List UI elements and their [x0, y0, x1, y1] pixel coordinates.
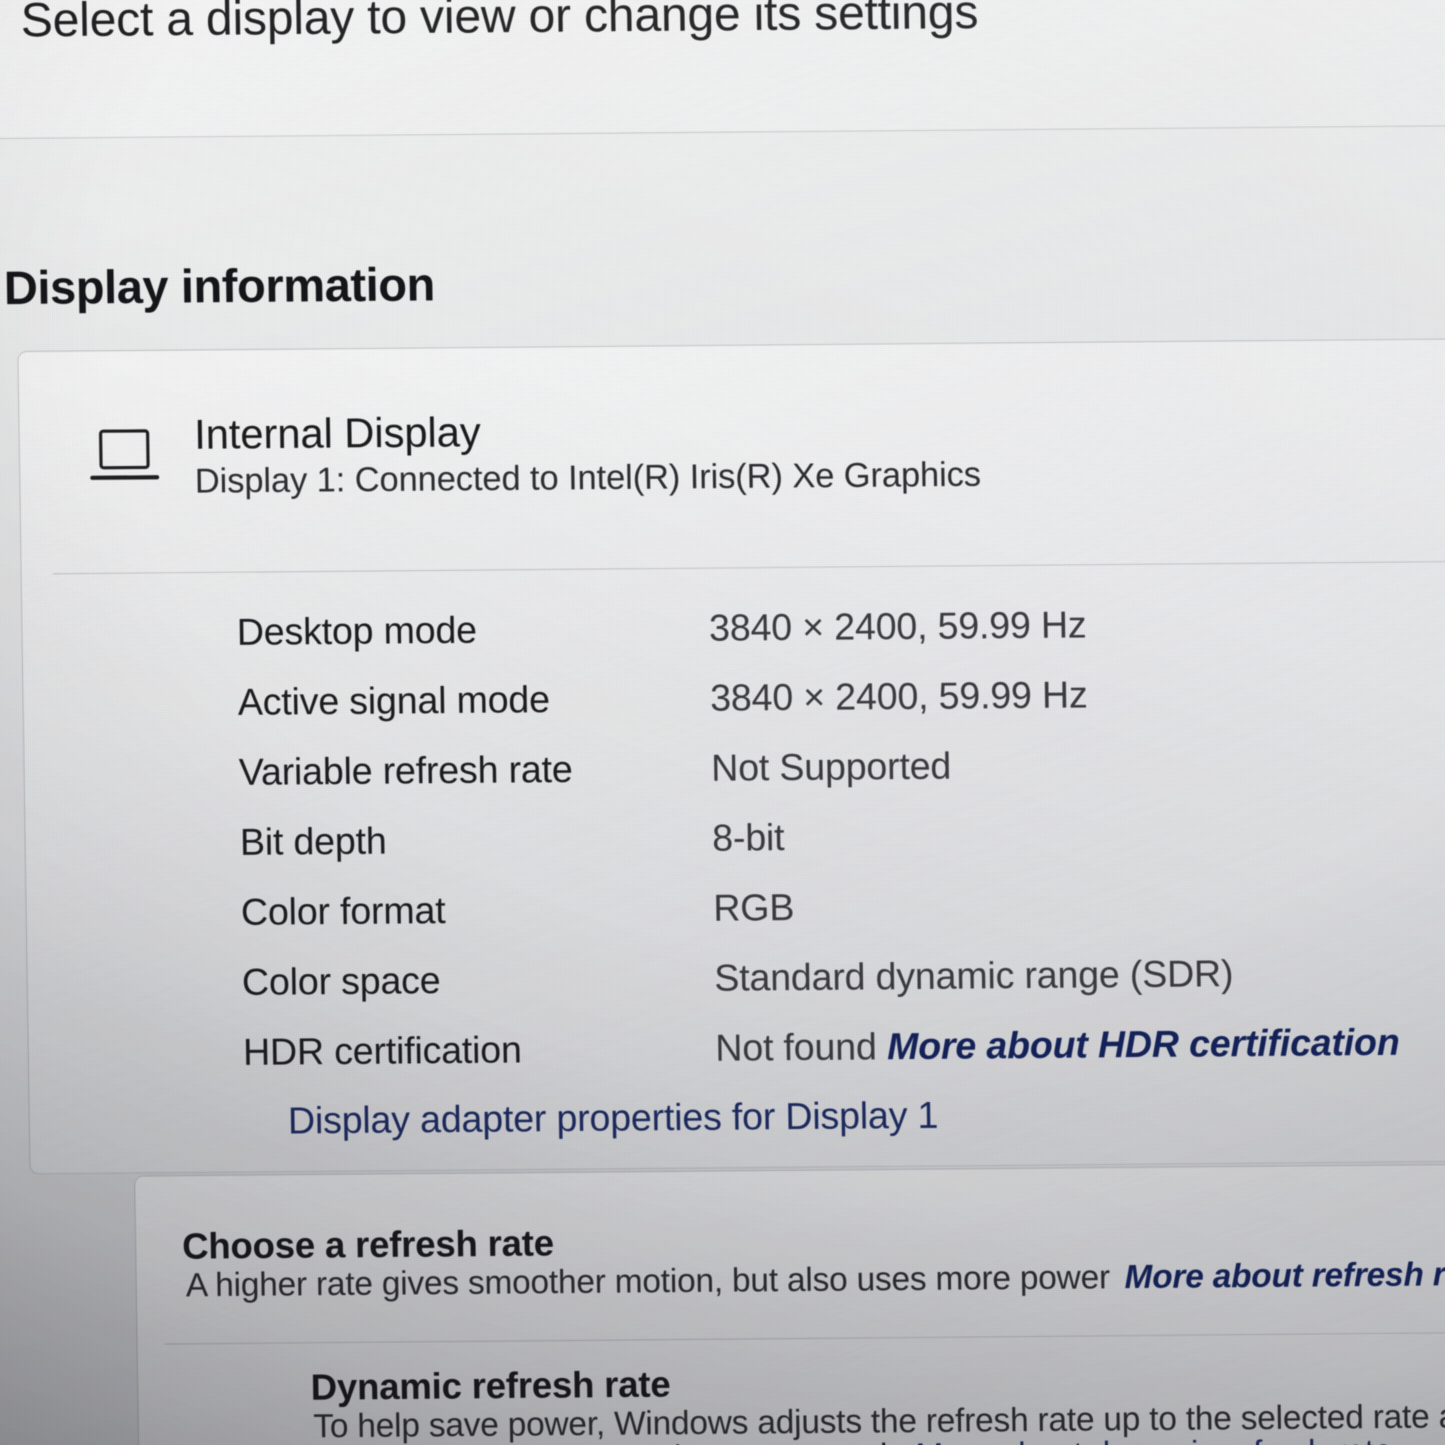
table-row: Color space Standard dynamic range (SDR)	[242, 950, 1445, 1031]
spec-label: Color format	[240, 888, 446, 934]
spec-label: HDR certification	[242, 1027, 522, 1074]
table-row: Color format RGB	[241, 880, 1445, 961]
display-spec-table: Desktop mode 3840 × 2400, 59.99 Hz Activ…	[236, 600, 1445, 1101]
table-row: Variable refresh rate Not Supported	[239, 740, 1445, 821]
internal-display-row[interactable]: Internal Display Display 1: Connected to…	[89, 405, 981, 502]
table-row: Active signal mode 3840 × 2400, 59.99 Hz	[237, 670, 1445, 751]
spec-value: 3840 × 2400, 59.99 Hz	[709, 672, 1088, 720]
select-display-heading: Select a display to view or change its s…	[20, 0, 979, 47]
spec-label: Bit depth	[239, 819, 387, 864]
more-about-hdr-certification-link[interactable]: More about HDR certification	[887, 1020, 1400, 1067]
card-divider	[53, 559, 1445, 575]
spec-value: 8-bit	[711, 815, 785, 860]
display-title: Internal Display	[193, 409, 481, 459]
more-about-refresh-rate-link[interactable]: More about refresh rate	[1124, 1255, 1445, 1296]
hdr-certification-value: Not found	[715, 1024, 877, 1070]
table-row: Bit depth 8-bit	[240, 810, 1445, 891]
laptop-icon	[89, 425, 165, 490]
choose-refresh-rate-heading: Choose a refresh rate	[181, 1223, 555, 1268]
card-divider	[164, 1330, 1445, 1345]
spec-value: 3840 × 2400, 59.99 Hz	[708, 602, 1087, 650]
spec-value: Not found More about HDR certification	[715, 1020, 1400, 1070]
choose-refresh-rate-description: A higher rate gives smoother motion, but…	[185, 1257, 1111, 1304]
display-adapter-properties-link-wrap[interactable]: Display adapter properties for Display 1	[288, 1093, 939, 1143]
spec-value: Not Supported	[710, 744, 952, 790]
dynamic-refresh-rate-heading: Dynamic refresh rate	[310, 1364, 671, 1409]
windows-display-settings-screenshot: Select a display to view or change its s…	[0, 0, 1445, 1445]
table-row: HDR certification Not found More about HD…	[243, 1020, 1445, 1101]
spec-label: Color space	[241, 958, 441, 1004]
spec-value: Standard dynamic range (SDR)	[713, 951, 1234, 1000]
display-information-heading: Display information	[3, 257, 436, 315]
table-row: Desktop mode 3840 × 2400, 59.99 Hz	[236, 600, 1445, 681]
spec-label: Desktop mode	[236, 608, 478, 654]
spec-label: Active signal mode	[237, 677, 551, 724]
display-subtitle: Display 1: Connected to Intel(R) Iris(R)…	[194, 454, 982, 500]
display-adapter-properties-link[interactable]: Display adapter properties for Display 1	[288, 1093, 939, 1142]
spec-label: Variable refresh rate	[238, 747, 573, 794]
spec-value: RGB	[712, 885, 795, 930]
